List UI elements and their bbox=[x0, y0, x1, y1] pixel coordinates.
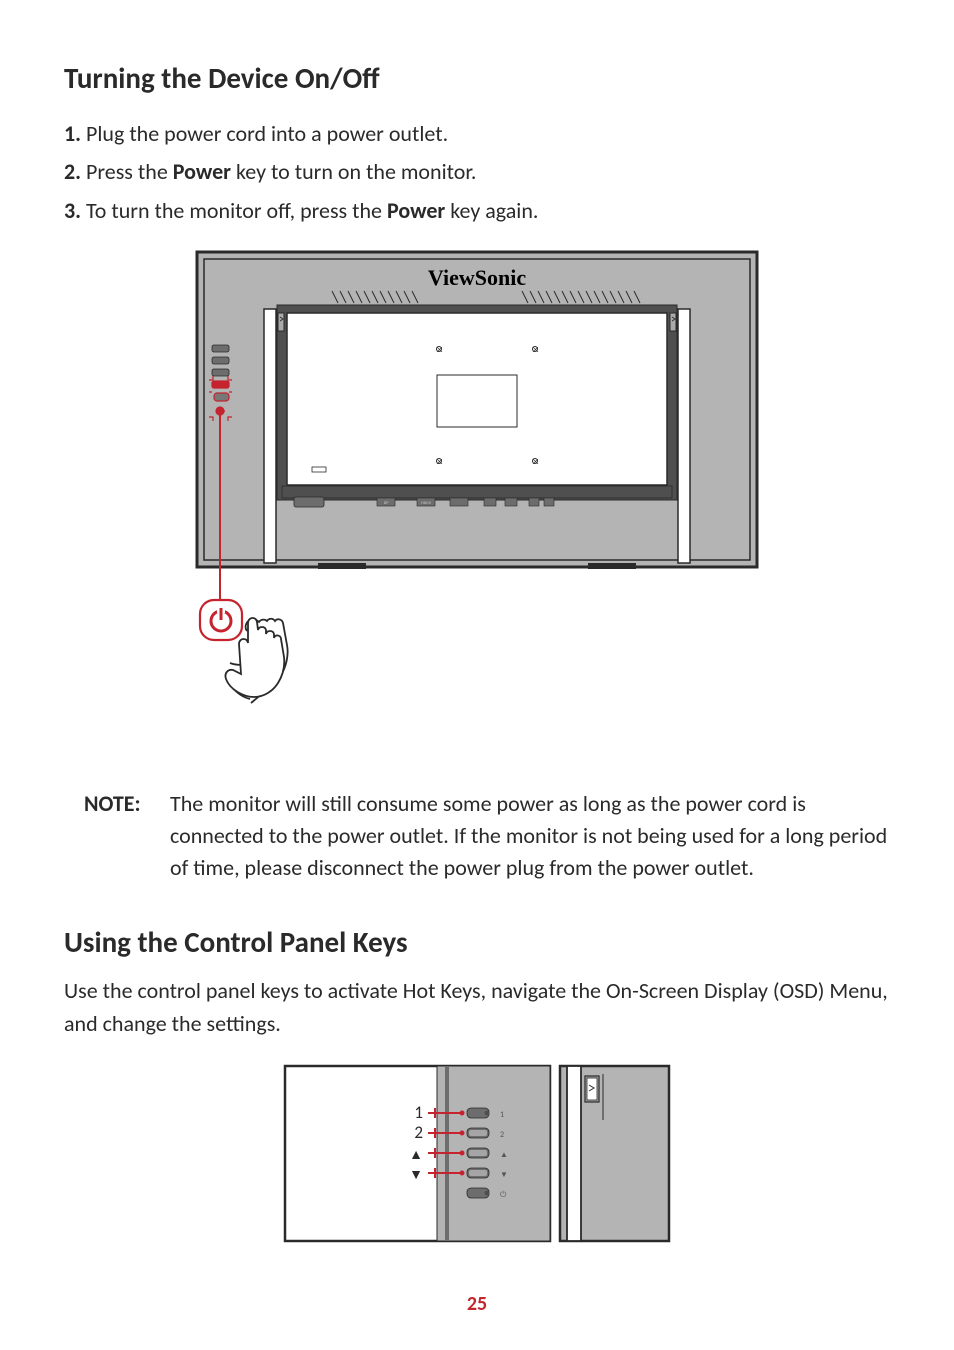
svg-text:HDMI: HDMI bbox=[421, 501, 430, 506]
power-icon bbox=[200, 600, 242, 640]
step-text: Press the bbox=[86, 158, 173, 185]
step-text: Plug the power cord into a power outlet. bbox=[86, 120, 448, 147]
step-number: 3. bbox=[64, 197, 81, 224]
manual-page: Turning the Device On/Off 1. Plug the po… bbox=[0, 0, 954, 1350]
step-number: 2. bbox=[64, 158, 81, 185]
figure-control-keys: 1 1 2 2 ▲ bbox=[64, 1058, 890, 1253]
svg-text:DP: DP bbox=[384, 501, 389, 506]
step-text: To turn the monitor off, press the bbox=[86, 197, 387, 224]
monitor-svg: ViewSonic bbox=[192, 247, 762, 747]
page-number: 25 bbox=[0, 1292, 954, 1316]
figure-monitor-diagram: ViewSonic bbox=[64, 247, 890, 752]
svg-text:2: 2 bbox=[500, 1130, 504, 1140]
key-label-up: ▲ bbox=[409, 1146, 423, 1163]
note-text: The monitor will still consume some powe… bbox=[170, 788, 890, 884]
step-2: 2. Press the Power key to turn on the mo… bbox=[64, 154, 890, 190]
section-heading-power: Turning the Device On/Off bbox=[64, 60, 890, 96]
note-block: NOTE: The monitor will still consume som… bbox=[84, 788, 890, 884]
svg-text:▼: ▼ bbox=[500, 1170, 508, 1180]
power-key-word: Power bbox=[387, 197, 445, 224]
note-label: NOTE: bbox=[84, 788, 162, 884]
step-text: key again. bbox=[445, 197, 538, 224]
power-key-word: Power bbox=[173, 158, 231, 185]
key-label-1: 1 bbox=[414, 1102, 423, 1123]
step-1: 1. Plug the power cord into a power outl… bbox=[64, 116, 890, 152]
step-3: 3. To turn the monitor off, press the Po… bbox=[64, 193, 890, 229]
svg-text:1: 1 bbox=[500, 1110, 504, 1120]
svg-text:▲: ▲ bbox=[500, 1150, 508, 1160]
step-text: key to turn on the monitor. bbox=[231, 158, 476, 185]
control-keys-svg: 1 1 2 2 ▲ bbox=[277, 1058, 677, 1248]
svg-text:⏻: ⏻ bbox=[500, 1190, 507, 1200]
key-label-2: 2 bbox=[414, 1122, 423, 1143]
section2-paragraph: Use the control panel keys to activate H… bbox=[64, 974, 890, 1040]
step-number: 1. bbox=[64, 120, 81, 147]
brand-label: ViewSonic bbox=[428, 265, 526, 290]
section-heading-control-panel: Using the Control Panel Keys bbox=[64, 924, 890, 960]
key-label-down: ▼ bbox=[409, 1166, 423, 1183]
